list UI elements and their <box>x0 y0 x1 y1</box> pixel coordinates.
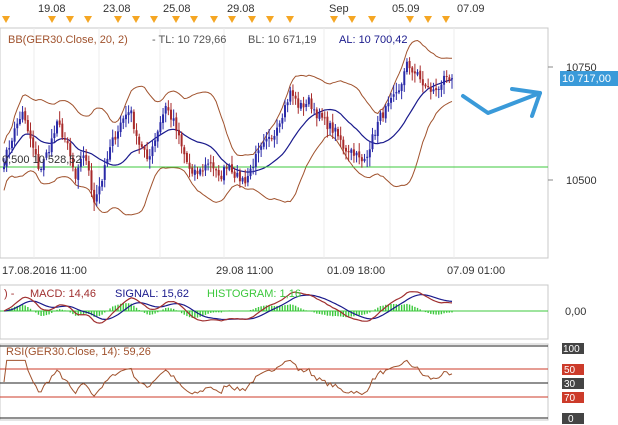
event-marker <box>48 16 56 23</box>
bottom-date-label: 01.09 18:00 <box>327 265 385 277</box>
event-marker <box>172 16 180 23</box>
event-marker <box>424 16 432 23</box>
event-marker <box>150 16 158 23</box>
event-marker <box>2 16 10 23</box>
price-axis: 10750 10500 10 717,00 <box>548 62 618 187</box>
event-marker <box>348 16 356 23</box>
event-marker <box>248 16 256 23</box>
rsi-panel: RSI(GER30.Close, 14): 59,26 100 50 30 70… <box>0 343 584 425</box>
bottom-date-label: 17.08.2016 11:00 <box>2 265 87 277</box>
current-price-label: 10 717,00 <box>562 73 611 85</box>
event-marker <box>114 16 122 23</box>
bottom-date-label: 29.08 11:00 <box>216 265 273 277</box>
bb-header-al: AL: 10 700,42 <box>339 34 408 46</box>
macd-panel: ) - MACD: 14,46 SIGNAL: 15,62 HISTOGRAM:… <box>0 284 586 340</box>
bb-header-tl: - TL: 10 729,66 <box>152 34 226 46</box>
macd-header-histogram: HISTOGRAM: 1,16 <box>207 288 301 300</box>
event-marker <box>66 16 74 23</box>
top-date-label: 05.09 <box>392 3 420 15</box>
event-marker <box>406 16 414 23</box>
top-date-label: 29.08 <box>227 3 255 15</box>
bottom-date-axis: 17.08.2016 11:00 29.08 11:00 01.09 18:00… <box>2 265 505 277</box>
price-readout: 0,500 10 528,52 <box>2 154 82 166</box>
event-marker <box>210 16 218 23</box>
top-date-label: 19.08 <box>38 3 66 15</box>
top-date-label: 23.08 <box>103 3 131 15</box>
rsi-tick-label: 30 <box>564 379 576 390</box>
macd-header-signal: SIGNAL: 15,62 <box>115 288 189 300</box>
event-marker <box>442 16 450 23</box>
event-marker <box>330 16 338 23</box>
top-date-label: 07.09 <box>457 3 485 15</box>
rsi-tick-label: 0 <box>568 414 574 425</box>
bb-header-label: BB(GER30.Close, 20, 2) <box>8 34 128 46</box>
bb-header-bl: BL: 10 671,19 <box>248 34 317 46</box>
top-date-label: Sep <box>329 3 349 15</box>
trading-chart: 19.08 23.08 25.08 29.08 Sep 05.09 07.09 … <box>0 0 618 425</box>
price-tick-label: 10500 <box>566 175 597 187</box>
event-marker <box>266 16 274 23</box>
bottom-date-label: 07.09 01:00 <box>447 265 505 277</box>
event-marker <box>368 16 376 23</box>
event-marker <box>190 16 198 23</box>
macd-header-macd: MACD: 14,46 <box>30 288 96 300</box>
event-marker <box>132 16 140 23</box>
rsi-tick-label: 50 <box>564 365 576 376</box>
event-marker <box>228 16 236 23</box>
macd-zero-tick-label: 0,00 <box>565 306 586 318</box>
event-marker <box>286 16 294 23</box>
macd-header-prefix: ) - <box>4 288 15 300</box>
top-date-label: 25.08 <box>163 3 191 15</box>
top-date-axis: 19.08 23.08 25.08 29.08 Sep 05.09 07.09 <box>0 0 618 23</box>
event-marker <box>84 16 92 23</box>
rsi-header: RSI(GER30.Close, 14): 59,26 <box>6 346 151 358</box>
rsi-tick-label: 70 <box>564 393 576 404</box>
price-panel: BB(GER30.Close, 20, 2) - TL: 10 729,66 B… <box>0 27 618 259</box>
rsi-tick-label: 100 <box>563 344 580 355</box>
